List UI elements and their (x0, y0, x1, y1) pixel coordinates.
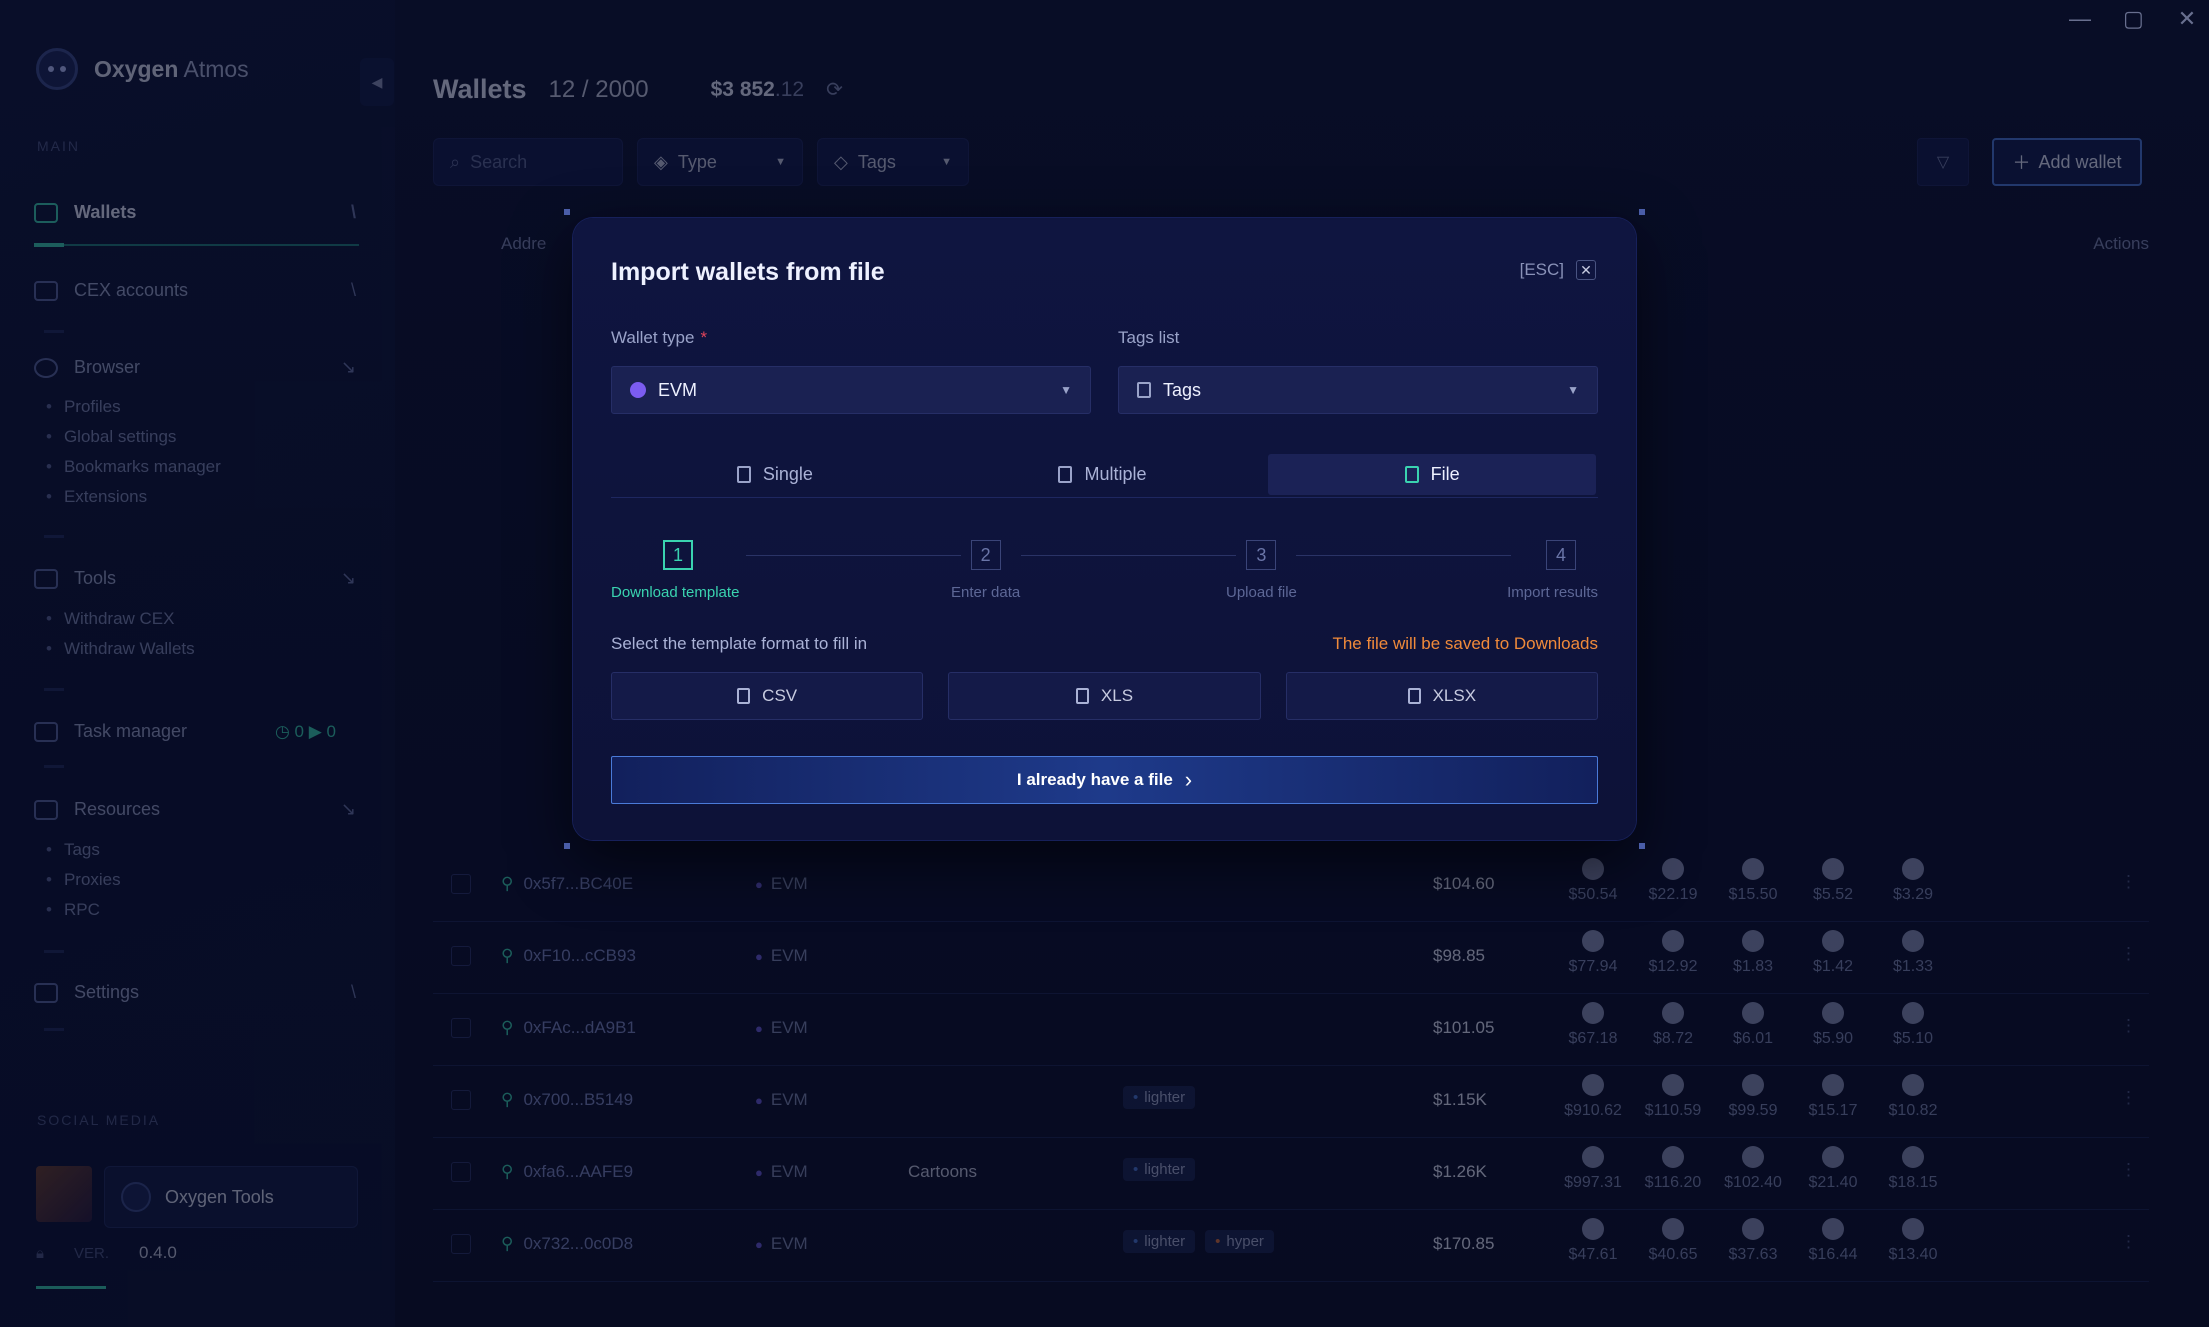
modal-title: Import wallets from file (611, 258, 885, 286)
file-icon (1075, 688, 1089, 704)
esc-hint: [ESC] (1519, 260, 1564, 279)
format-buttons: CSV XLS XLSX (611, 672, 1598, 720)
modal-close[interactable]: [ESC] ✕ (1520, 260, 1596, 280)
import-wallets-modal: Import wallets from file [ESC] ✕ Wallet … (564, 209, 1645, 849)
tab-single[interactable]: Single (611, 452, 939, 497)
file-icon (736, 466, 751, 483)
tags-select[interactable]: Tags ▼ (1118, 366, 1598, 414)
tab-multiple[interactable]: Multiple (939, 452, 1267, 497)
xls-button[interactable]: XLS (948, 672, 1261, 720)
app-window: — ▢ ✕ Oxygen Atmos ◀ MAIN Wallets \ CEX … (0, 0, 2209, 1327)
close-icon[interactable]: ✕ (1576, 260, 1596, 280)
file-text-icon (1404, 466, 1419, 483)
step-connector (1296, 555, 1511, 556)
corner-mark (564, 209, 570, 215)
caret-down-icon: ▼ (1567, 383, 1579, 397)
file-icon (737, 688, 751, 704)
file-icon (1407, 688, 1421, 704)
tab-file[interactable]: File (1268, 454, 1597, 495)
import-stepper: 1 Download template 2 Enter data 3 Uploa… (611, 540, 1598, 610)
wallet-type-select[interactable]: EVM ▼ (611, 366, 1091, 414)
step-enter-data: 2 Enter data (951, 540, 1020, 601)
wallet-type-label: Wallet type * (611, 328, 708, 347)
csv-button[interactable]: CSV (611, 672, 924, 720)
already-have-file-button[interactable]: I already have a file › (611, 756, 1598, 804)
chevron-right-icon: › (1184, 767, 1193, 792)
files-icon (1058, 466, 1073, 483)
step-connector (1021, 555, 1236, 556)
corner-mark (564, 843, 570, 849)
step-import-results: 4 Import results (1507, 540, 1598, 601)
tag-icon (1137, 382, 1151, 398)
format-label: Select the template format to fill in (611, 634, 868, 653)
corner-mark (1639, 843, 1645, 849)
evm-icon (630, 382, 646, 398)
step-connector (746, 555, 961, 556)
caret-down-icon: ▼ (1060, 383, 1072, 397)
step-upload-file: 3 Upload file (1226, 540, 1297, 601)
step-download-template: 1 Download template (611, 540, 739, 601)
tags-list-label: Tags list (1118, 328, 1180, 347)
downloads-note: The file will be saved to Downloads (1332, 634, 1598, 653)
import-mode-tabs: Single Multiple File (611, 452, 1598, 498)
xlsx-button[interactable]: XLSX (1285, 672, 1598, 720)
corner-mark (1639, 209, 1645, 215)
